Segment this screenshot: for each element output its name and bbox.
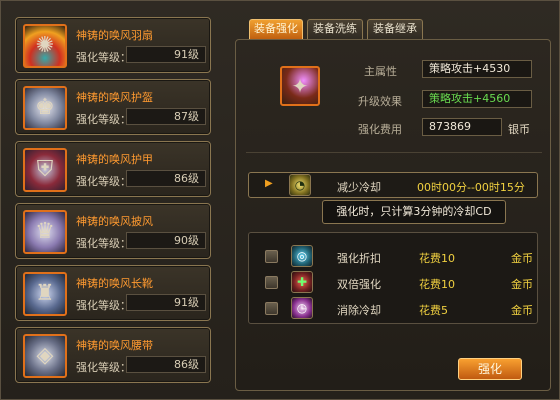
item-level-label: 强化等级：: [76, 175, 131, 188]
clear-cooldown-icon: ◷: [291, 297, 313, 319]
option-row-clear-cooldown: ◷ 消除冷却 花费5 金币: [249, 297, 539, 321]
cost-label: 强化费用: [358, 123, 402, 136]
item-level-value: 86级: [126, 170, 206, 187]
equipment-item-helmet[interactable]: ♚ 神铸的唤风护盔 强化等级： 87级: [15, 79, 211, 135]
item-name: 神铸的唤风披风: [76, 215, 153, 228]
reduce-cooldown-row[interactable]: ▶ ◔ 减少冷却 00时00分--00时15分: [248, 172, 538, 198]
double-icon: ✚: [291, 271, 313, 293]
item-level-label: 强化等级：: [76, 237, 131, 250]
item-name: 神铸的唤风长靴: [76, 277, 153, 290]
enhance-button[interactable]: 强化: [458, 358, 522, 380]
upgrade-effect-label: 升级效果: [358, 95, 402, 108]
armor-icon: ⛨: [23, 148, 67, 192]
upgrade-effect-value: 策略攻击+4560: [422, 90, 532, 108]
helmet-icon: ♚: [23, 86, 67, 130]
item-level-value: 86级: [126, 356, 206, 373]
item-name: 神铸的唤风腰带: [76, 339, 153, 352]
equipment-item-cape[interactable]: ♛ 神铸的唤风披风 强化等级： 90级: [15, 203, 211, 259]
cooldown-icon: ◔: [289, 174, 311, 196]
tab-inherit[interactable]: 装备继承: [367, 19, 423, 39]
cost-value: 873869: [422, 118, 502, 136]
item-name: 神铸的唤风护盔: [76, 91, 153, 104]
discount-checkbox[interactable]: [265, 250, 278, 263]
option-currency: 金币: [511, 252, 533, 265]
option-row-discount: ◎ 强化折扣 花费10 金币: [249, 245, 539, 269]
enhance-window: ✺ 神铸的唤风羽扇 强化等级： 91级 ♚ 神铸的唤风护盔 强化等级： 87级 …: [0, 0, 560, 400]
belt-icon: ◈: [23, 334, 67, 378]
discount-icon: ◎: [291, 245, 313, 267]
clear-cooldown-checkbox[interactable]: [265, 302, 278, 315]
item-level-value: 87级: [126, 108, 206, 125]
item-level-value: 91级: [126, 294, 206, 311]
cape-icon: ♛: [23, 210, 67, 254]
cooldown-label: 减少冷却: [337, 181, 381, 194]
item-level-value: 90级: [126, 232, 206, 249]
item-name: 神铸的唤风羽扇: [76, 29, 153, 42]
main-attr-label: 主属性: [364, 65, 397, 78]
enhance-options: ◎ 强化折扣 花费10 金币 ✚ 双倍强化 花费10 金币 ◷ 消除冷却 花费5…: [248, 232, 538, 324]
tab-refine[interactable]: 装备洗练: [307, 19, 363, 39]
item-name: 神铸的唤风护甲: [76, 153, 153, 166]
item-level-label: 强化等级：: [76, 361, 131, 374]
option-currency: 金币: [511, 304, 533, 317]
item-level-label: 强化等级：: [76, 113, 131, 126]
option-label: 强化折扣: [337, 252, 381, 265]
main-attr-value: 策略攻击+4530: [422, 60, 532, 78]
option-currency: 金币: [511, 278, 533, 291]
item-level-label: 强化等级：: [76, 299, 131, 312]
cooldown-tooltip: 强化时，只计算3分钟的冷却CD: [322, 200, 506, 224]
option-row-double: ✚ 双倍强化 花费10 金币: [249, 271, 539, 295]
selected-equipment-icon: ✦: [280, 66, 320, 106]
equipment-item-boots[interactable]: ♜ 神铸的唤风长靴 强化等级： 91级: [15, 265, 211, 321]
play-arrow-icon: ▶: [265, 178, 273, 189]
divider: [246, 152, 542, 153]
option-label: 双倍强化: [337, 278, 381, 291]
equipment-item-fan[interactable]: ✺ 神铸的唤风羽扇 强化等级： 91级: [15, 17, 211, 73]
double-checkbox[interactable]: [265, 276, 278, 289]
item-level-value: 91级: [126, 46, 206, 63]
cooldown-time: 00时00分--00时15分: [417, 181, 525, 194]
cost-unit: 银币: [508, 123, 530, 136]
option-label: 消除冷却: [337, 304, 381, 317]
tab-enhance[interactable]: 装备强化: [249, 19, 303, 39]
equipment-item-armor[interactable]: ⛨ 神铸的唤风护甲 强化等级： 86级: [15, 141, 211, 197]
option-cost: 花费10: [419, 278, 455, 291]
item-level-label: 强化等级：: [76, 51, 131, 64]
fan-icon: ✺: [23, 24, 67, 68]
equipment-item-belt[interactable]: ◈ 神铸的唤风腰带 强化等级： 86级: [15, 327, 211, 383]
enhance-panel: ✦ 主属性 策略攻击+4530 升级效果 策略攻击+4560 强化费用 8738…: [235, 39, 551, 391]
option-cost: 花费10: [419, 252, 455, 265]
boots-icon: ♜: [23, 272, 67, 316]
option-cost: 花费5: [419, 304, 448, 317]
